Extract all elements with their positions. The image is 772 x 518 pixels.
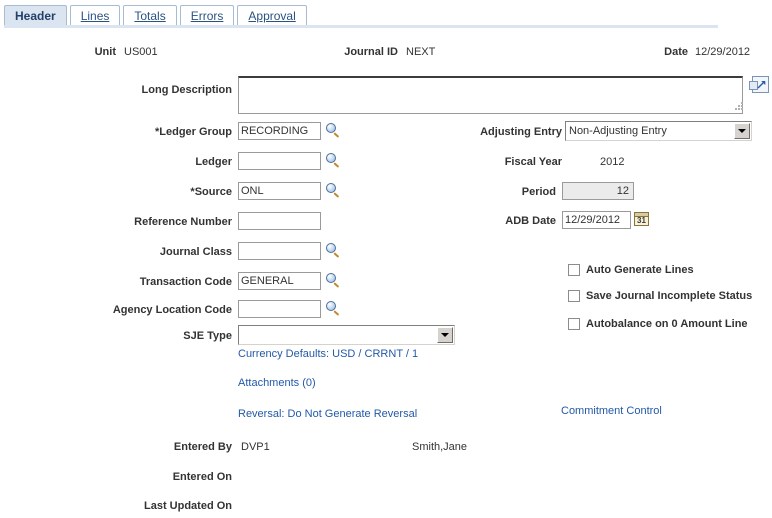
journal-id-label: Journal ID bbox=[344, 46, 398, 58]
source-input[interactable] bbox=[238, 182, 321, 200]
calendar-icon[interactable]: 31 bbox=[634, 212, 649, 226]
unit-label: Unit bbox=[94, 46, 116, 58]
fiscal-year-value: 2012 bbox=[600, 156, 625, 168]
source-label: *Source bbox=[190, 186, 232, 198]
autobalance-on-0-amount-line-checkbox[interactable] bbox=[568, 318, 580, 330]
reference-number-input[interactable] bbox=[238, 212, 321, 230]
source-search-lookup-icon[interactable] bbox=[325, 183, 341, 199]
period-value bbox=[562, 182, 634, 200]
auto-generate-lines-checkbox[interactable] bbox=[568, 264, 580, 276]
autobalance-on-0-amount-line-label[interactable]: Autobalance on 0 Amount Line bbox=[586, 317, 748, 331]
entered-by-label: Entered By bbox=[173, 441, 232, 453]
period-label: Period bbox=[521, 186, 556, 198]
tab-approval[interactable]: Approval bbox=[237, 5, 307, 26]
transaction-code-label: Transaction Code bbox=[139, 276, 232, 288]
last-updated-on-label: Last Updated On bbox=[143, 500, 232, 512]
agency-location-code-input[interactable] bbox=[238, 300, 321, 318]
ledger-label: Ledger bbox=[195, 156, 232, 168]
chevron-down-icon[interactable] bbox=[734, 123, 750, 139]
chevron-down-icon[interactable] bbox=[437, 327, 453, 343]
adjusting-entry-label: Adjusting Entry bbox=[480, 126, 562, 138]
transaction-code-search-lookup-icon[interactable] bbox=[325, 273, 341, 289]
expand-popup-icon[interactable] bbox=[749, 76, 769, 93]
journal-class-search-lookup-icon[interactable] bbox=[325, 243, 341, 259]
reversal-link[interactable]: Reversal: Do Not Generate Reversal bbox=[238, 408, 417, 420]
ledger-group-label: *Ledger Group bbox=[154, 126, 232, 138]
date-label: Date bbox=[664, 46, 688, 58]
entered-by-name: Smith,Jane bbox=[412, 441, 468, 453]
commitment-control-link[interactable]: Commitment Control bbox=[561, 405, 662, 417]
date-value: 12/29/2012 bbox=[695, 46, 751, 58]
auto-generate-lines-label[interactable]: Auto Generate Lines bbox=[586, 263, 694, 277]
tab-lines[interactable]: Lines bbox=[69, 5, 121, 26]
ledger-group-search-lookup-icon[interactable] bbox=[325, 123, 341, 139]
currency-defaults-link[interactable]: Currency Defaults: USD / CRRNT / 1 bbox=[238, 348, 418, 360]
entered-by-value: DVP1 bbox=[241, 441, 270, 453]
attachments-link[interactable]: Attachments (0) bbox=[238, 377, 316, 389]
tab-errors[interactable]: Errors bbox=[179, 5, 235, 26]
tab-list: Header Lines Totals Errors Approval bbox=[4, 4, 310, 26]
adjusting-entry-select-value: Non-Adjusting Entry bbox=[569, 125, 667, 137]
long-description-label: Long Description bbox=[141, 84, 232, 96]
ledger-group-input[interactable] bbox=[238, 122, 321, 140]
tab-header[interactable]: Header bbox=[4, 5, 67, 26]
journal-id-value: NEXT bbox=[406, 46, 436, 58]
reference-number-label: Reference Number bbox=[134, 216, 232, 228]
sje-type-select[interactable] bbox=[238, 325, 455, 345]
tab-separator-rule bbox=[4, 25, 718, 28]
agency-location-code-label: Agency Location Code bbox=[112, 304, 232, 316]
ledger-search-lookup-icon[interactable] bbox=[325, 153, 341, 169]
sje-type-label: SJE Type bbox=[183, 330, 232, 342]
entered-on-label: Entered On bbox=[172, 471, 232, 483]
journal-header-form: Unit US001 Journal ID NEXT Date 12/29/20… bbox=[0, 30, 772, 518]
save-journal-incomplete-status-label[interactable]: Save Journal Incomplete Status bbox=[586, 289, 752, 303]
calendar-icon-day-glyph: 31 bbox=[637, 216, 646, 225]
ledger-input[interactable] bbox=[238, 152, 321, 170]
save-journal-incomplete-status-checkbox[interactable] bbox=[568, 290, 580, 302]
adb-date-input[interactable] bbox=[562, 211, 631, 229]
journal-class-label: Journal Class bbox=[159, 246, 232, 258]
agency-location-code-search-lookup-icon[interactable] bbox=[325, 301, 341, 317]
tab-totals[interactable]: Totals bbox=[123, 5, 177, 26]
unit-value: US001 bbox=[124, 46, 158, 58]
adb-date-label: ADB Date bbox=[505, 215, 556, 227]
tab-strip: Header Lines Totals Errors Approval bbox=[0, 0, 772, 30]
long-description-input[interactable] bbox=[238, 76, 743, 114]
fiscal-year-label: Fiscal Year bbox=[504, 156, 562, 168]
transaction-code-input[interactable] bbox=[238, 272, 321, 290]
adjusting-entry-select[interactable]: Non-Adjusting Entry bbox=[565, 121, 752, 141]
journal-class-input[interactable] bbox=[238, 242, 321, 260]
expand-arrow-glyph bbox=[757, 81, 766, 89]
